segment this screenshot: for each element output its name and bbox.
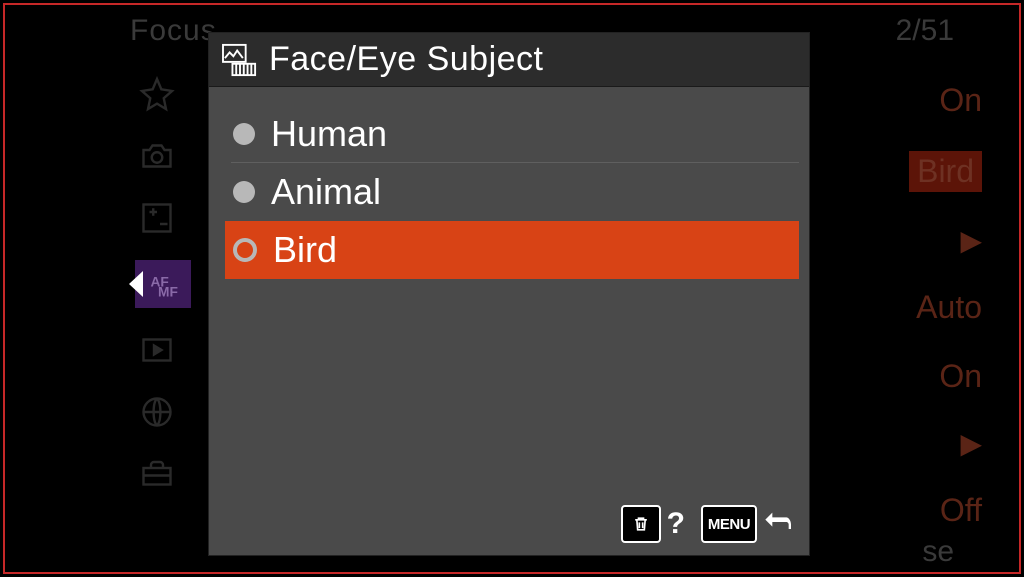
option-label: Animal xyxy=(271,171,381,213)
option-human[interactable]: Human xyxy=(209,105,809,163)
menu-category-sidebar: AFMF xyxy=(135,74,191,494)
help-button[interactable]: ? xyxy=(621,505,685,543)
bg-page-counter: 2/51 xyxy=(896,14,954,48)
dialog-title: Face/Eye Subject xyxy=(269,40,543,79)
exposure-icon xyxy=(135,198,179,238)
bg-setting-values: On Bird ▶ Auto On ▶ Off xyxy=(909,82,982,529)
trash-icon xyxy=(621,505,661,543)
bg-value-highlight: Bird xyxy=(909,151,982,192)
option-animal[interactable]: Animal xyxy=(209,163,809,221)
bg-arrow-icon: ▶ xyxy=(960,427,982,460)
bg-arrow-icon: ▶ xyxy=(960,224,982,257)
option-list: Human Animal Bird xyxy=(209,87,809,493)
toolbox-icon xyxy=(135,454,179,494)
back-button[interactable]: MENU xyxy=(701,505,791,543)
playback-icon xyxy=(135,330,179,370)
face-eye-subject-dialog: Face/Eye Subject Human Animal Bird ? MEN… xyxy=(209,33,809,555)
bg-value: On xyxy=(939,82,982,119)
bg-value: Auto xyxy=(916,289,982,326)
back-arrow-icon xyxy=(763,508,791,541)
photo-video-icon xyxy=(221,43,259,77)
option-label: Bird xyxy=(273,229,337,271)
help-label: ? xyxy=(667,507,685,541)
camera-icon xyxy=(135,136,179,176)
globe-icon xyxy=(135,392,179,432)
radio-selected-icon xyxy=(233,238,257,262)
radio-icon xyxy=(233,181,255,203)
bg-value: Off xyxy=(940,492,982,529)
af-tab-active: AFMF xyxy=(135,260,191,308)
dialog-footer: ? MENU xyxy=(209,493,809,555)
bg-close-text: se xyxy=(922,535,954,569)
option-label: Human xyxy=(271,113,387,155)
bg-value: On xyxy=(939,358,982,395)
bg-menu-title: Focus xyxy=(130,14,217,48)
svg-text:MF: MF xyxy=(158,285,178,300)
dialog-title-bar: Face/Eye Subject xyxy=(209,33,809,87)
menu-icon: MENU xyxy=(701,505,757,543)
radio-icon xyxy=(233,123,255,145)
star-icon xyxy=(135,74,179,114)
option-bird[interactable]: Bird xyxy=(225,221,799,279)
